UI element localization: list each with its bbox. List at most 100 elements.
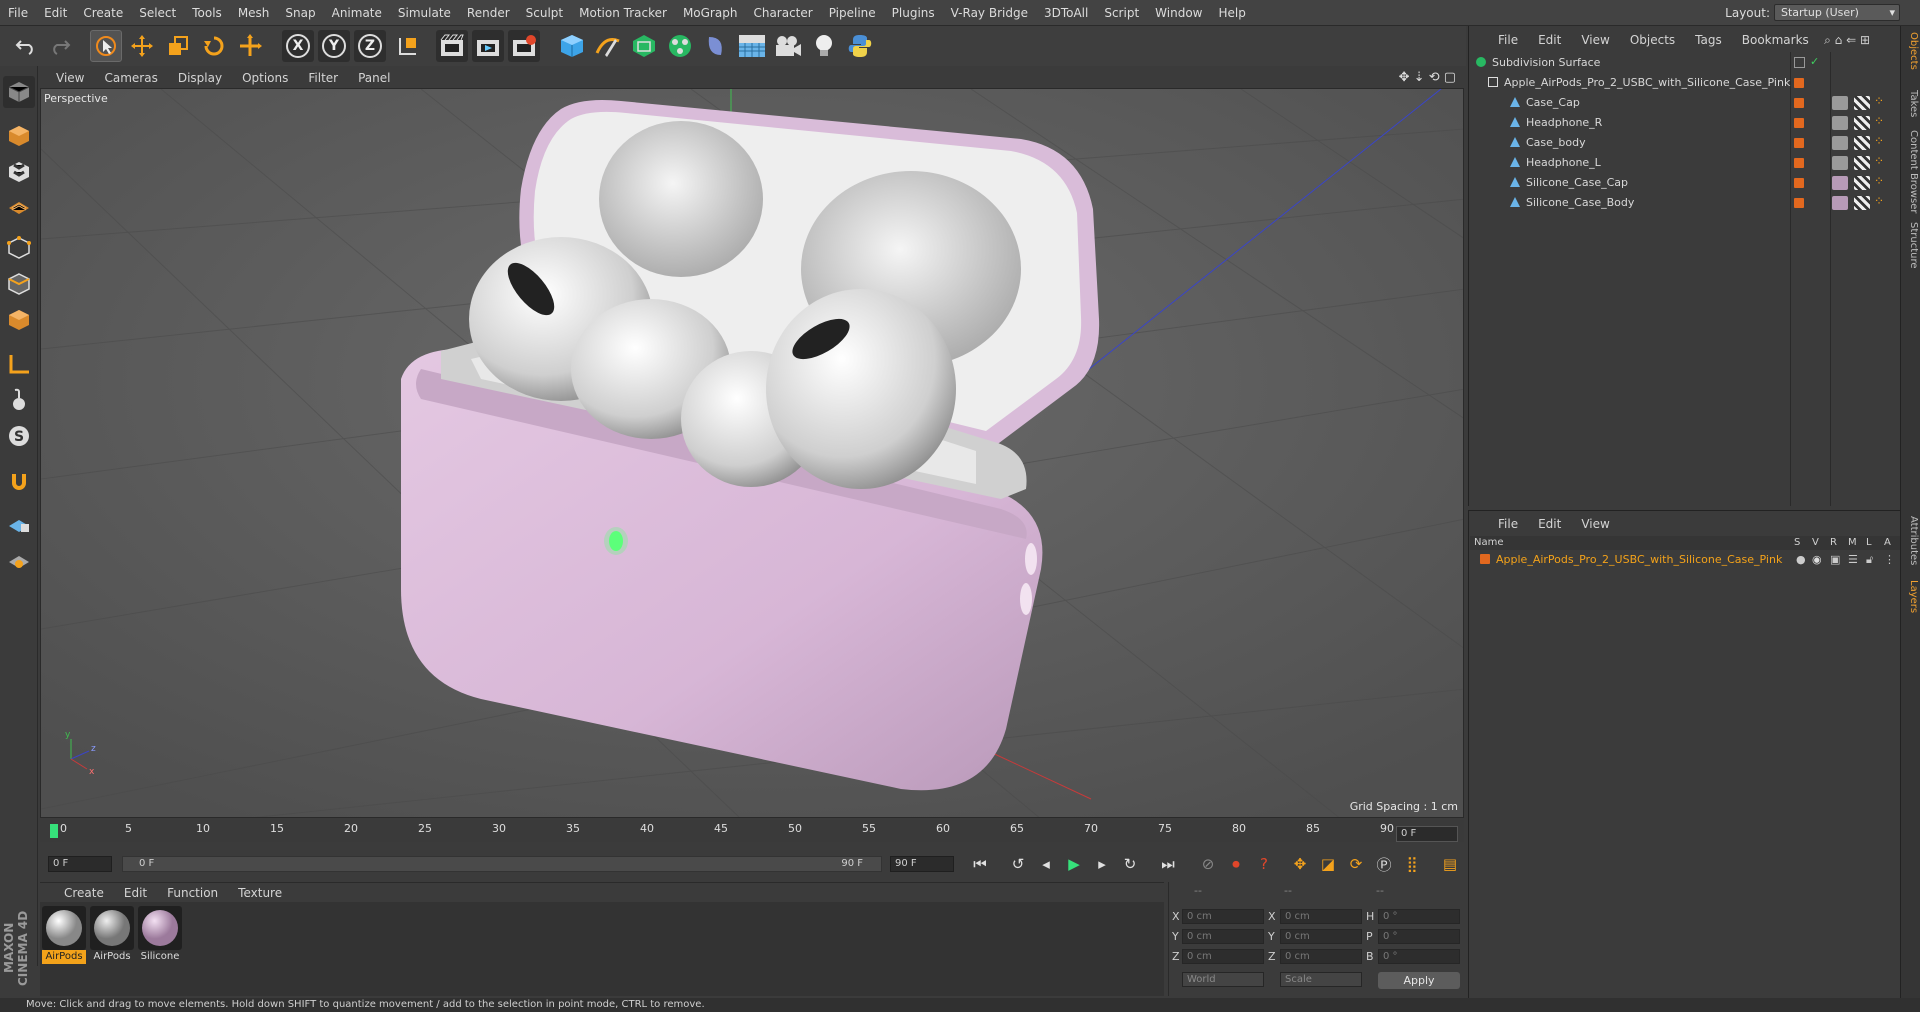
key-pla-icon[interactable]: ⣿ bbox=[1400, 852, 1424, 876]
objects-menu-file[interactable]: File bbox=[1488, 33, 1528, 47]
material-tag-icon[interactable] bbox=[1832, 176, 1848, 190]
layer-color-swatch[interactable] bbox=[1794, 138, 1804, 148]
viewport-nav-icons[interactable]: ✥ ⇣ ⟲ ▢ bbox=[1399, 70, 1456, 85]
tab-structure[interactable]: Structure bbox=[1903, 222, 1919, 269]
object-search-icon[interactable]: ⌕ ⌂ ⇐ ⊞ bbox=[1824, 33, 1870, 48]
tweak-mode-icon[interactable] bbox=[3, 384, 35, 416]
phong-tag-icon[interactable]: ⁘ bbox=[1874, 114, 1884, 128]
axis-x-lock-button[interactable]: X bbox=[282, 30, 314, 62]
menu-create[interactable]: Create bbox=[75, 6, 131, 20]
layer-col-r[interactable]: R bbox=[1830, 536, 1837, 550]
viewport-menu-view[interactable]: View bbox=[40, 71, 94, 85]
material-tag-icon[interactable] bbox=[1832, 116, 1848, 130]
phong-tag-icon[interactable]: ⁘ bbox=[1874, 134, 1884, 148]
visibility-toggle[interactable] bbox=[1794, 57, 1805, 68]
render-view-icon[interactable] bbox=[436, 30, 468, 62]
layer-col-s[interactable]: S bbox=[1794, 536, 1800, 550]
tab-content-browser[interactable]: Content Browser bbox=[1903, 130, 1919, 213]
uv-tag-icon[interactable] bbox=[1854, 176, 1870, 190]
phong-tag-icon[interactable]: ⁘ bbox=[1874, 174, 1884, 188]
rotation-h-field[interactable]: 0 ° bbox=[1378, 909, 1460, 924]
menu-file[interactable]: File bbox=[0, 6, 36, 20]
objects-menu-edit[interactable]: Edit bbox=[1528, 33, 1571, 47]
edges-mode-icon[interactable] bbox=[3, 268, 35, 300]
menu-pipeline[interactable]: Pipeline bbox=[821, 6, 884, 20]
axis-y-lock-button[interactable]: Y bbox=[318, 30, 350, 62]
polygons-mode-icon[interactable] bbox=[3, 304, 35, 336]
layer-lock-icon[interactable]: 🔓︎ bbox=[1866, 552, 1873, 568]
tab-attributes[interactable]: Attributes bbox=[1903, 516, 1919, 565]
position-z-field[interactable]: 0 cm bbox=[1182, 949, 1264, 964]
python-icon[interactable] bbox=[844, 30, 876, 62]
layers-menu-file[interactable]: File bbox=[1488, 517, 1528, 531]
position-x-field[interactable]: 0 cm bbox=[1182, 909, 1264, 924]
layer-color-swatch[interactable] bbox=[1794, 158, 1804, 168]
menu-tools[interactable]: Tools bbox=[184, 6, 230, 20]
phong-tag-icon[interactable]: ⁘ bbox=[1874, 94, 1884, 108]
phong-tag-icon[interactable]: ⁘ bbox=[1874, 194, 1884, 208]
previous-frame-icon[interactable]: ◂ bbox=[1034, 852, 1058, 876]
viewport-3d[interactable]: y z x bbox=[40, 88, 1464, 818]
objects-menu-tags[interactable]: Tags bbox=[1685, 33, 1732, 47]
layer-animation-icon[interactable]: ⋮ bbox=[1884, 552, 1895, 568]
live-selection-icon[interactable] bbox=[90, 30, 122, 62]
menu-motion-tracker[interactable]: Motion Tracker bbox=[571, 6, 675, 20]
material-menu-function[interactable]: Function bbox=[157, 886, 228, 900]
layer-color-swatch[interactable] bbox=[1794, 98, 1804, 108]
menu-snap[interactable]: Snap bbox=[277, 6, 323, 20]
go-to-end-icon[interactable]: ⏭ bbox=[1156, 852, 1180, 876]
start-frame-field[interactable]: 0 F bbox=[48, 856, 112, 872]
cloner-icon[interactable] bbox=[664, 30, 696, 62]
layer-render-icon[interactable]: ▣ bbox=[1830, 552, 1840, 568]
position-y-field[interactable]: 0 cm bbox=[1182, 929, 1264, 944]
layer-manager-icon[interactable]: ☰ bbox=[1848, 552, 1858, 568]
menu-script[interactable]: Script bbox=[1096, 6, 1147, 20]
render-to-picture-viewer-icon[interactable] bbox=[472, 30, 504, 62]
viewport-menu-cameras[interactable]: Cameras bbox=[94, 71, 167, 85]
uv-tag-icon[interactable] bbox=[1854, 116, 1870, 130]
layer-color-swatch[interactable] bbox=[1794, 178, 1804, 188]
menu-edit[interactable]: Edit bbox=[36, 6, 75, 20]
uv-tag-icon[interactable] bbox=[1854, 96, 1870, 110]
autokey-icon[interactable]: ⏺ bbox=[1224, 852, 1248, 876]
phong-tag-icon[interactable]: ⁘ bbox=[1874, 154, 1884, 168]
keyframe-selection-icon[interactable]: ? bbox=[1252, 852, 1276, 876]
scale-mode-select[interactable]: Scale bbox=[1280, 972, 1362, 987]
timeline-ruler[interactable]: 0 5 10 15 20 25 30 35 40 45 50 55 60 65 … bbox=[40, 820, 1464, 842]
layer-color-swatch[interactable] bbox=[1480, 554, 1490, 564]
material-menu-texture[interactable]: Texture bbox=[228, 886, 292, 900]
snapping-icon[interactable]: S bbox=[3, 420, 35, 452]
previous-key-icon[interactable]: ↺ bbox=[1006, 852, 1030, 876]
menu-mesh[interactable]: Mesh bbox=[230, 6, 278, 20]
lock-workplane-icon[interactable] bbox=[3, 508, 35, 540]
layer-col-a[interactable]: A bbox=[1884, 536, 1891, 550]
key-scale-icon[interactable]: ◪ bbox=[1316, 852, 1340, 876]
uv-tag-icon[interactable] bbox=[1854, 196, 1870, 210]
menu-help[interactable]: Help bbox=[1210, 6, 1253, 20]
size-y-field[interactable]: 0 cm bbox=[1280, 929, 1362, 944]
next-key-icon[interactable]: ↻ bbox=[1118, 852, 1142, 876]
object-row-silicone-case-cap[interactable]: Silicone_Case_Cap bbox=[1470, 174, 1790, 192]
object-row-headphone-r[interactable]: Headphone_R bbox=[1470, 114, 1790, 132]
material-tag-icon[interactable] bbox=[1832, 156, 1848, 170]
layer-col-v[interactable]: V bbox=[1812, 536, 1819, 550]
object-row-subdivision-surface[interactable]: Subdivision Surface bbox=[1470, 54, 1790, 72]
workplane-icon[interactable] bbox=[3, 544, 35, 576]
menu-mograph[interactable]: MoGraph bbox=[675, 6, 746, 20]
undo-icon[interactable] bbox=[10, 30, 42, 62]
layers-menu-view[interactable]: View bbox=[1571, 517, 1619, 531]
viewport-menu-display[interactable]: Display bbox=[168, 71, 232, 85]
uv-tag-icon[interactable] bbox=[1854, 156, 1870, 170]
size-x-field[interactable]: 0 cm bbox=[1280, 909, 1362, 924]
move-tool-icon[interactable] bbox=[126, 30, 158, 62]
apply-button[interactable]: Apply bbox=[1378, 972, 1460, 989]
key-parameter-icon[interactable]: Ⓟ bbox=[1372, 852, 1396, 876]
object-row-silicone-case-body[interactable]: Silicone_Case_Body bbox=[1470, 194, 1790, 212]
playhead-marker[interactable] bbox=[50, 824, 58, 838]
texture-mode-icon[interactable] bbox=[3, 156, 35, 188]
transform-tool-icon[interactable] bbox=[234, 30, 266, 62]
objects-menu-objects[interactable]: Objects bbox=[1620, 33, 1685, 47]
viewport-menu-panel[interactable]: Panel bbox=[348, 71, 400, 85]
objects-menu-bookmarks[interactable]: Bookmarks bbox=[1732, 33, 1819, 47]
model-mode-icon[interactable] bbox=[3, 120, 35, 152]
